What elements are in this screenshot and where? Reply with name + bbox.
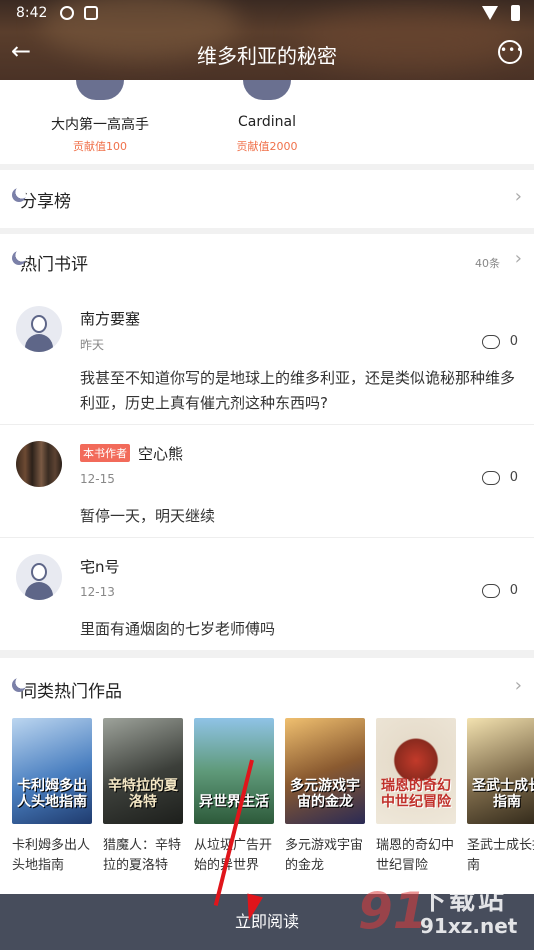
review-count[interactable]: 40条	[475, 255, 500, 271]
book-title[interactable]: 猎魔人：辛特拉的夏洛特	[103, 836, 183, 876]
comment-number: 0	[509, 470, 518, 485]
moon-icon	[12, 188, 26, 202]
cover-title: 辛特拉的夏洛特	[108, 778, 178, 810]
book-item[interactable]: 圣武士成长指南 圣武士成长指南	[467, 718, 534, 876]
avatar	[76, 80, 124, 100]
watermark-bottom-text: 91xz.net	[420, 914, 518, 938]
author-badge: 本书作者	[80, 444, 130, 462]
chevron-right-icon[interactable]: ›	[515, 248, 522, 269]
cover-title: 瑞恩的奇幻中世纪冒险	[381, 778, 451, 810]
comment-icon	[481, 470, 500, 485]
app-notification-icon	[84, 6, 98, 20]
reviewer-name[interactable]: 南方要塞	[80, 308, 140, 329]
fan-contribution: 贡献值100	[73, 140, 127, 153]
avatar[interactable]	[16, 441, 62, 487]
fans-section: 大内第一高高手 贡献值100 Cardinal 贡献值2000	[0, 80, 534, 164]
watermark: 91 下载站 91xz.net	[358, 876, 528, 946]
share-ranking-row[interactable]: 分享榜 ›	[0, 170, 534, 228]
reviews-section: 热门书评 40条 › 南方要塞 昨天 0 我甚至不知道你写的是地球上的维多利亚，…	[0, 234, 534, 650]
book-cover[interactable]: 多元游戏宇宙的金龙	[285, 718, 365, 824]
moon-icon	[12, 678, 26, 692]
fan-contribution: 贡献值2000	[236, 140, 298, 153]
similar-books-title: 同类热门作品	[12, 677, 122, 702]
book-item[interactable]: 辛特拉的夏洛特 猎魔人：辛特拉的夏洛特	[103, 718, 183, 876]
avatar-head	[31, 563, 47, 581]
comment-count[interactable]: 0	[481, 583, 518, 598]
cover-title: 多元游戏宇宙的金龙	[290, 778, 360, 810]
book-cover[interactable]: 异世界生活	[194, 718, 274, 824]
review-item[interactable]: 南方要塞 昨天 0 我甚至不知道你写的是地球上的维多利亚，还是类似诡秘那种维多利…	[0, 292, 534, 424]
book-item[interactable]: 多元游戏宇宙的金龙 多元游戏宇宙的金龙	[285, 718, 365, 876]
book-title[interactable]: 卡利姆多出人头地指南	[12, 836, 92, 876]
book-cover[interactable]: 瑞恩的奇幻中世纪冒险	[376, 718, 456, 824]
book-title[interactable]: 圣武士成长指南	[467, 836, 534, 876]
comment-count[interactable]: 0	[481, 334, 518, 349]
chevron-right-icon[interactable]: ›	[515, 675, 522, 696]
moon-icon	[12, 251, 26, 265]
watermark-top-text: 下载站	[420, 886, 508, 916]
status-bar: 8:42	[0, 0, 534, 28]
review-date: 12-15	[80, 472, 115, 486]
battery-icon	[511, 5, 520, 21]
avatar	[243, 80, 291, 100]
cover-title: 卡利姆多出人头地指南	[17, 778, 87, 810]
status-time: 8:42	[16, 5, 48, 21]
review-item[interactable]: 本书作者 空心熊 12-15 0 暂停一天，明天继续	[0, 424, 534, 537]
avatar-head	[31, 315, 47, 333]
book-title[interactable]: 从垃圾广告开始的异世界	[194, 836, 274, 876]
reviewer-name[interactable]: 宅n号	[80, 556, 120, 577]
share-ranking-title: 分享榜	[12, 187, 71, 212]
watermark-logo: 91	[358, 882, 428, 940]
header: 8:42 ← 维多利亚的秘密 •••	[0, 0, 534, 80]
book-title[interactable]: 多元游戏宇宙的金龙	[285, 836, 365, 876]
book-title[interactable]: 瑞恩的奇幻中世纪冒险	[376, 836, 456, 876]
review-text: 我甚至不知道你写的是地球上的维多利亚，还是类似诡秘那种维多利亚，历史上真有催亢剂…	[80, 369, 516, 412]
avatar[interactable]	[16, 554, 62, 600]
review-text: 里面有通烟囱的七岁老师傅吗	[80, 620, 276, 638]
more-options-icon[interactable]: •••	[498, 40, 523, 64]
wifi-icon	[482, 6, 498, 20]
reviews-label: 热门书评	[20, 255, 88, 275]
page-title: 维多利亚的秘密	[197, 44, 337, 68]
books-row: 卡利姆多出人头地指南 卡利姆多出人头地指南 辛特拉的夏洛特 猎魔人：辛特拉的夏洛…	[12, 718, 534, 878]
similar-books-section: 同类热门作品 › 卡利姆多出人头地指南 卡利姆多出人头地指南 辛特拉的夏洛特 猎…	[0, 658, 534, 894]
comment-count[interactable]: 0	[481, 470, 518, 485]
top-bar: ← 维多利亚的秘密 •••	[0, 28, 534, 80]
cover-title: 异世界生活	[199, 794, 269, 810]
avatar[interactable]	[16, 306, 62, 352]
reviews-title: 热门书评	[12, 250, 88, 275]
book-cover[interactable]: 圣武士成长指南	[467, 718, 534, 824]
book-item[interactable]: 卡利姆多出人头地指南 卡利姆多出人头地指南	[12, 718, 92, 876]
similar-books-label: 同类热门作品	[20, 682, 122, 702]
reviewer-name-row: 本书作者 空心熊	[80, 443, 183, 464]
fan-name: 大内第一高高手	[51, 117, 149, 133]
reviewer-name[interactable]: 空心熊	[138, 445, 183, 463]
comment-icon	[481, 334, 500, 349]
review-date: 12-13	[80, 585, 115, 599]
comment-icon	[481, 583, 500, 598]
book-item[interactable]: 异世界生活 从垃圾广告开始的异世界	[194, 718, 274, 876]
cover-title: 圣武士成长指南	[472, 778, 534, 810]
notification-icon	[60, 6, 74, 20]
book-cover[interactable]: 辛特拉的夏洛特	[103, 718, 183, 824]
review-text: 暂停一天，明天继续	[80, 507, 216, 525]
review-item[interactable]: 宅n号 12-13 0 里面有通烟囱的七岁老师傅吗	[0, 537, 534, 650]
share-ranking-label: 分享榜	[20, 192, 71, 212]
book-item[interactable]: 瑞恩的奇幻中世纪冒险 瑞恩的奇幻中世纪冒险	[376, 718, 456, 876]
avatar-body	[25, 582, 53, 600]
chevron-right-icon: ›	[514, 186, 522, 207]
avatar-body	[25, 334, 53, 352]
review-date: 昨天	[80, 338, 105, 352]
comment-number: 0	[509, 334, 518, 349]
comment-number: 0	[509, 583, 518, 598]
fan-name: Cardinal	[238, 114, 296, 130]
book-cover[interactable]: 卡利姆多出人头地指南	[12, 718, 92, 824]
